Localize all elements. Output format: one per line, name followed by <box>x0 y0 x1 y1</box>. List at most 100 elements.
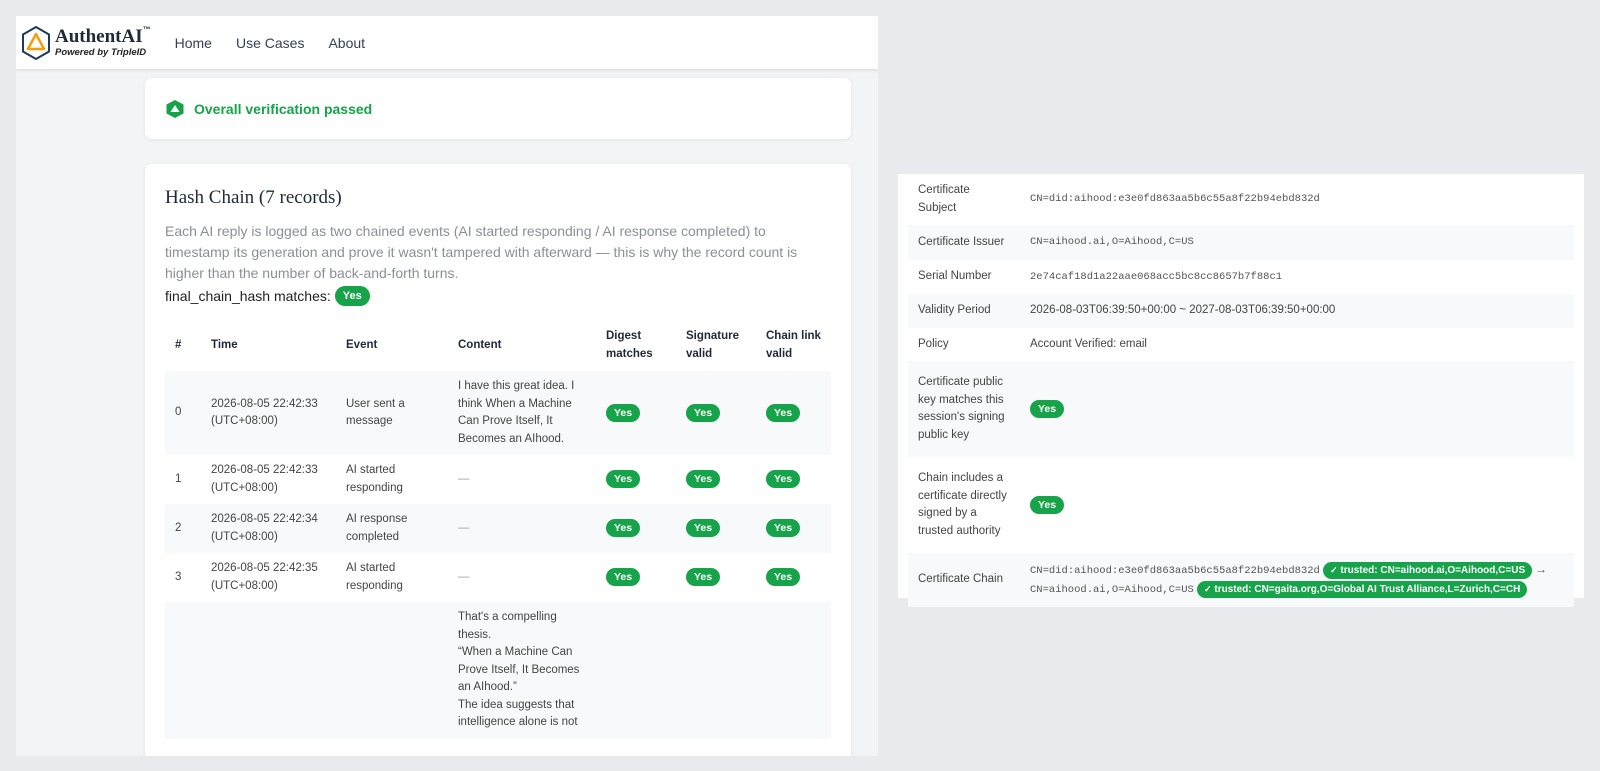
top-navbar: AuthentAI™ Powered by TripleID Home Use … <box>16 16 878 69</box>
cell-content: — <box>458 472 470 485</box>
verification-status-card: Overall verification passed <box>145 78 851 139</box>
col-header-index: # <box>175 339 182 351</box>
table-row: 1 2026-08-05 22:42:33 (UTC+08:00) AI start… <box>165 455 831 504</box>
cert-value: CN=aihood.ai,O=Aihood,C=US <box>1020 225 1574 260</box>
hash-chain-card: Hash Chain (7 records) Each AI reply is … <box>145 164 851 756</box>
yes-badge: Yes <box>606 403 641 422</box>
yes-badge: Yes <box>686 568 721 587</box>
cert-key: Certificate Subject <box>918 184 970 214</box>
cell-index: 2 <box>165 504 201 553</box>
cell-content: That's a compelling thesis. “When a Machi… <box>448 602 596 739</box>
yes-badge: Yes <box>1030 399 1065 418</box>
cell-time: 2026-08-05 22:42:34 (UTC+08:00) <box>201 504 336 553</box>
nav-links: Home Use Cases About <box>175 35 389 51</box>
yes-badge: Yes <box>686 470 721 489</box>
final-hash-label: final_chain_hash matches: <box>165 288 331 304</box>
cert-key: Validity Period <box>908 294 1020 328</box>
cell-signature: Yes <box>676 504 756 553</box>
nav-about[interactable]: About <box>328 35 365 51</box>
cert-key: Certificate Issuer <box>908 225 1020 260</box>
col-header-content: Content <box>458 339 502 351</box>
cell-event: AI started responding <box>346 562 403 592</box>
yes-badge: Yes <box>606 568 641 587</box>
check-icon: ✓ <box>1204 584 1212 594</box>
col-header-time: Time <box>211 339 238 351</box>
cert-row: Validity Period 2026-08-03T06:39:50+00:00… <box>908 294 1574 328</box>
cell-content: — <box>448 504 596 553</box>
table-row: 3 2026-08-05 22:42:35 (UTC+08:00) AI start… <box>165 553 831 602</box>
yes-badge: Yes <box>766 470 801 489</box>
check-hexagon-icon <box>166 99 184 118</box>
cell-chain-link: Yes <box>756 371 831 455</box>
cert-row: Serial Number 2e74caf18d1a22aae068acc5bc8… <box>908 260 1574 295</box>
yes-badge: Yes <box>1030 495 1065 514</box>
cell-digest: Yes <box>596 553 676 602</box>
cert-value: Yes <box>1020 457 1574 553</box>
cell-chain-link: Yes <box>756 553 831 602</box>
yes-badge: Yes <box>766 519 801 538</box>
cell-index: 1 <box>175 472 182 485</box>
cert-value: 2e74caf18d1a22aae068acc5bc8cc8657b7f88c1 <box>1030 270 1283 283</box>
table-row: 0 2026-08-05 22:42:33 (UTC+08:00) User sen… <box>165 371 831 455</box>
cell-event: AI response completed <box>336 504 448 553</box>
hash-chain-table: # Time Event Content Digest matches Sign… <box>165 319 831 739</box>
chain-issuer: CN=aihood.ai,O=Aihood,C=US <box>1030 584 1194 596</box>
cell-event <box>336 602 448 739</box>
brand-tagline: Powered by TripleID <box>55 47 147 59</box>
cell-digest: Yes <box>596 455 676 504</box>
yes-badge: Yes <box>686 403 721 422</box>
nav-home[interactable]: Home <box>175 35 212 51</box>
brand[interactable]: AuthentAI™ Powered by TripleID <box>22 25 151 60</box>
yes-badge: Yes <box>686 519 721 538</box>
cert-row: Policy Account Verified: email <box>908 328 1574 362</box>
cert-row: Certificate public key matches this sess… <box>908 361 1574 457</box>
cert-row: Chain includes a certificate directly si… <box>908 457 1574 553</box>
hash-chain-title: Hash Chain (7 records) <box>165 187 342 208</box>
cell-event: User sent a message <box>336 371 448 455</box>
cert-key: Chain includes a certificate directly si… <box>918 472 1007 537</box>
cert-row: Certificate Issuer CN=aihood.ai,O=Aihood,… <box>908 225 1574 260</box>
cell-digest: Yes <box>596 371 676 455</box>
table-row: 2 2026-08-05 22:42:34 (UTC+08:00) AI respo… <box>165 504 831 553</box>
certificate-panel: Certificate Subject CN=did:aihood:e3e0fd8… <box>898 174 1584 607</box>
trusted-badge: ✓ trusted: CN=aihood.ai,O=Aihood,C=US <box>1323 562 1533 579</box>
yes-badge: Yes <box>766 568 801 587</box>
cell-signature: Yes <box>676 553 756 602</box>
cert-value: 2026-08-03T06:39:50+00:00 ~ 2027-08-03T0… <box>1020 294 1574 328</box>
cert-row: Certificate Subject CN=did:aihood:e3e0fd8… <box>908 174 1574 225</box>
col-header-digest: Digest matches <box>606 330 653 360</box>
hash-chain-description: Each AI reply is logged as two chained e… <box>165 223 798 281</box>
cert-value: Account Verified: email <box>1030 337 1147 350</box>
col-header-chain-link: Chain link valid <box>766 330 821 360</box>
cell-chain-link <box>756 602 831 739</box>
nav-use-cases[interactable]: Use Cases <box>236 35 304 51</box>
main-app-window: AuthentAI™ Powered by TripleID Home Use … <box>16 16 878 756</box>
cell-chain-link: Yes <box>756 504 831 553</box>
brand-name: AuthentAI™ <box>55 25 151 48</box>
arrow-icon: → <box>1535 564 1547 576</box>
yes-badge: Yes <box>766 403 801 422</box>
check-icon: ✓ <box>1330 565 1338 575</box>
cell-time: 2026-08-05 22:42:33 (UTC+08:00) <box>201 371 336 455</box>
cell-index: 3 <box>175 570 182 583</box>
cell-signature <box>676 602 756 739</box>
cert-key: Policy <box>918 337 949 350</box>
final-hash-match: final_chain_hash matches: Yes <box>165 286 831 306</box>
cell-signature: Yes <box>676 371 756 455</box>
cell-index: 0 <box>165 371 201 455</box>
cert-key: Serial Number <box>918 270 992 282</box>
cert-chain-row: Certificate Chain CN=did:aihood:e3e0fd863… <box>908 553 1574 607</box>
cell-time: 2026-08-05 22:42:33 (UTC+08:00) <box>211 464 318 494</box>
verification-status-text: Overall verification passed <box>194 100 373 117</box>
cert-value: CN=did:aihood:e3e0fd863aa5b6c55a8f22b94e… <box>1030 193 1320 206</box>
cert-key: Certificate Chain <box>908 553 1020 607</box>
yes-badge: Yes <box>606 470 641 489</box>
cert-value: Yes <box>1020 361 1574 457</box>
final-hash-badge: Yes <box>334 286 370 306</box>
certificate-table: Certificate Subject CN=did:aihood:e3e0fd8… <box>908 174 1574 607</box>
cell-digest: Yes <box>596 504 676 553</box>
cell-content: — <box>458 570 470 583</box>
cell-signature: Yes <box>676 455 756 504</box>
cell-index <box>165 602 201 739</box>
cell-event: AI started responding <box>346 464 403 494</box>
